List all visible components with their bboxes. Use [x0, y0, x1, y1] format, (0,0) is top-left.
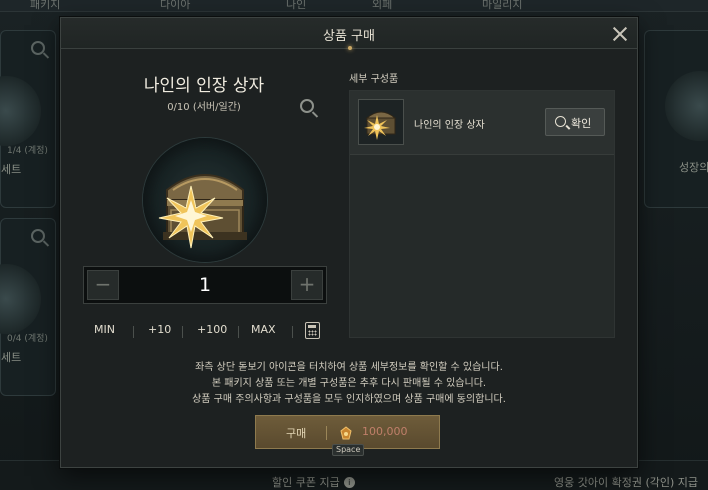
bg-product-label: 세트: [1, 163, 22, 176]
bg-tab-nine[interactable]: 나인: [286, 0, 306, 12]
bg-product-label: 세트: [1, 351, 22, 364]
plus100-button[interactable]: +100: [197, 323, 227, 336]
mileage-coin-icon: [340, 426, 352, 440]
divider: [292, 326, 293, 338]
divider: [326, 426, 327, 440]
decrease-quantity-button[interactable]: −: [87, 270, 119, 300]
bg-product-card[interactable]: 0/4 (계정) 세트: [0, 218, 56, 396]
quantity-stepper: − 1 +: [83, 266, 327, 304]
increase-quantity-button[interactable]: +: [291, 270, 323, 300]
divider: [133, 326, 134, 338]
chest-thumb-icon: [358, 99, 404, 145]
details-panel: 나인의 인장 상자 확인: [349, 90, 615, 338]
bg-tab-diamond[interactable]: 다이아: [160, 0, 190, 12]
bg-product-card[interactable]: 1/4 (계정) 세트: [0, 30, 56, 208]
calculator-icon[interactable]: [305, 322, 320, 339]
bg-product-count: 0/4 (계정): [7, 334, 48, 344]
search-icon: [31, 229, 45, 243]
details-label: 세부 구성품: [349, 74, 399, 85]
bg-coupon-text: 할인 쿠폰 지급 i: [272, 474, 355, 490]
min-button[interactable]: MIN: [94, 323, 115, 336]
modal-title: 상품 구매: [323, 29, 375, 44]
quantity-value[interactable]: 1: [124, 274, 286, 296]
bg-tab-mileage[interactable]: 마일리지: [482, 0, 522, 12]
notice-line: 상품 구매 주의사항과 구성품을 모두 인지하였으며 상품 구매에 동의합니다.: [192, 394, 506, 405]
bg-product-card[interactable]: 성장의: [644, 30, 708, 208]
notice-line: 본 패키지 상품 또는 개별 구성품은 추후 다시 판매될 수 있습니다.: [211, 378, 487, 389]
bg-voucher-text: 영웅 갓아이 확정권 (각인) 지급: [554, 476, 699, 489]
divider: [238, 326, 239, 338]
search-icon: [555, 116, 566, 127]
search-icon: [31, 41, 45, 55]
store-tab-bar: 패키지 다이아 나인 외페 마일리지: [0, 0, 708, 12]
bg-tab-other[interactable]: 외페: [372, 0, 392, 12]
bg-tab-package[interactable]: 패키지: [30, 0, 60, 12]
detail-confirm-button[interactable]: 확인: [545, 108, 605, 136]
confirm-label: 확인: [571, 117, 592, 130]
treasure-chest-icon: [158, 174, 247, 249]
product-image: [143, 138, 267, 262]
magnifier-icon[interactable]: [300, 99, 320, 119]
close-button[interactable]: [611, 25, 629, 43]
product-name: 나인의 인장 상자: [143, 76, 265, 96]
detail-item: 나인의 인장 상자 확인: [350, 91, 614, 155]
purchase-limit: 0/10 (서버/일간): [167, 102, 241, 113]
quantity-quick-actions: MIN +10 +100 MAX: [83, 321, 327, 341]
detail-item-name: 나인의 인장 상자: [414, 120, 485, 131]
purchase-modal: 상품 구매 나인의 인장 상자 0/10 (서버/일간) − 1 + MIN +…: [60, 17, 638, 468]
bg-product-label: 성장의: [679, 161, 708, 174]
bg-product-image: [0, 76, 41, 146]
plus10-button[interactable]: +10: [148, 323, 171, 336]
bg-product-count: 1/4 (계정): [7, 146, 48, 156]
divider: [182, 326, 183, 338]
max-button[interactable]: MAX: [251, 323, 276, 336]
bg-product-image: [665, 71, 708, 141]
buy-price: 100,000: [362, 425, 408, 438]
hotkey-hint: Space: [332, 444, 365, 456]
bg-product-image: [0, 264, 41, 334]
buy-label: 구매: [286, 427, 307, 440]
info-icon[interactable]: i: [343, 477, 355, 488]
title-indicator-dot: [348, 46, 352, 50]
modal-header: 상품 구매: [61, 18, 637, 49]
notice-line: 좌측 상단 돋보기 아이콘을 터치하여 상품 세부정보를 확인할 수 있습니다.: [195, 362, 503, 373]
